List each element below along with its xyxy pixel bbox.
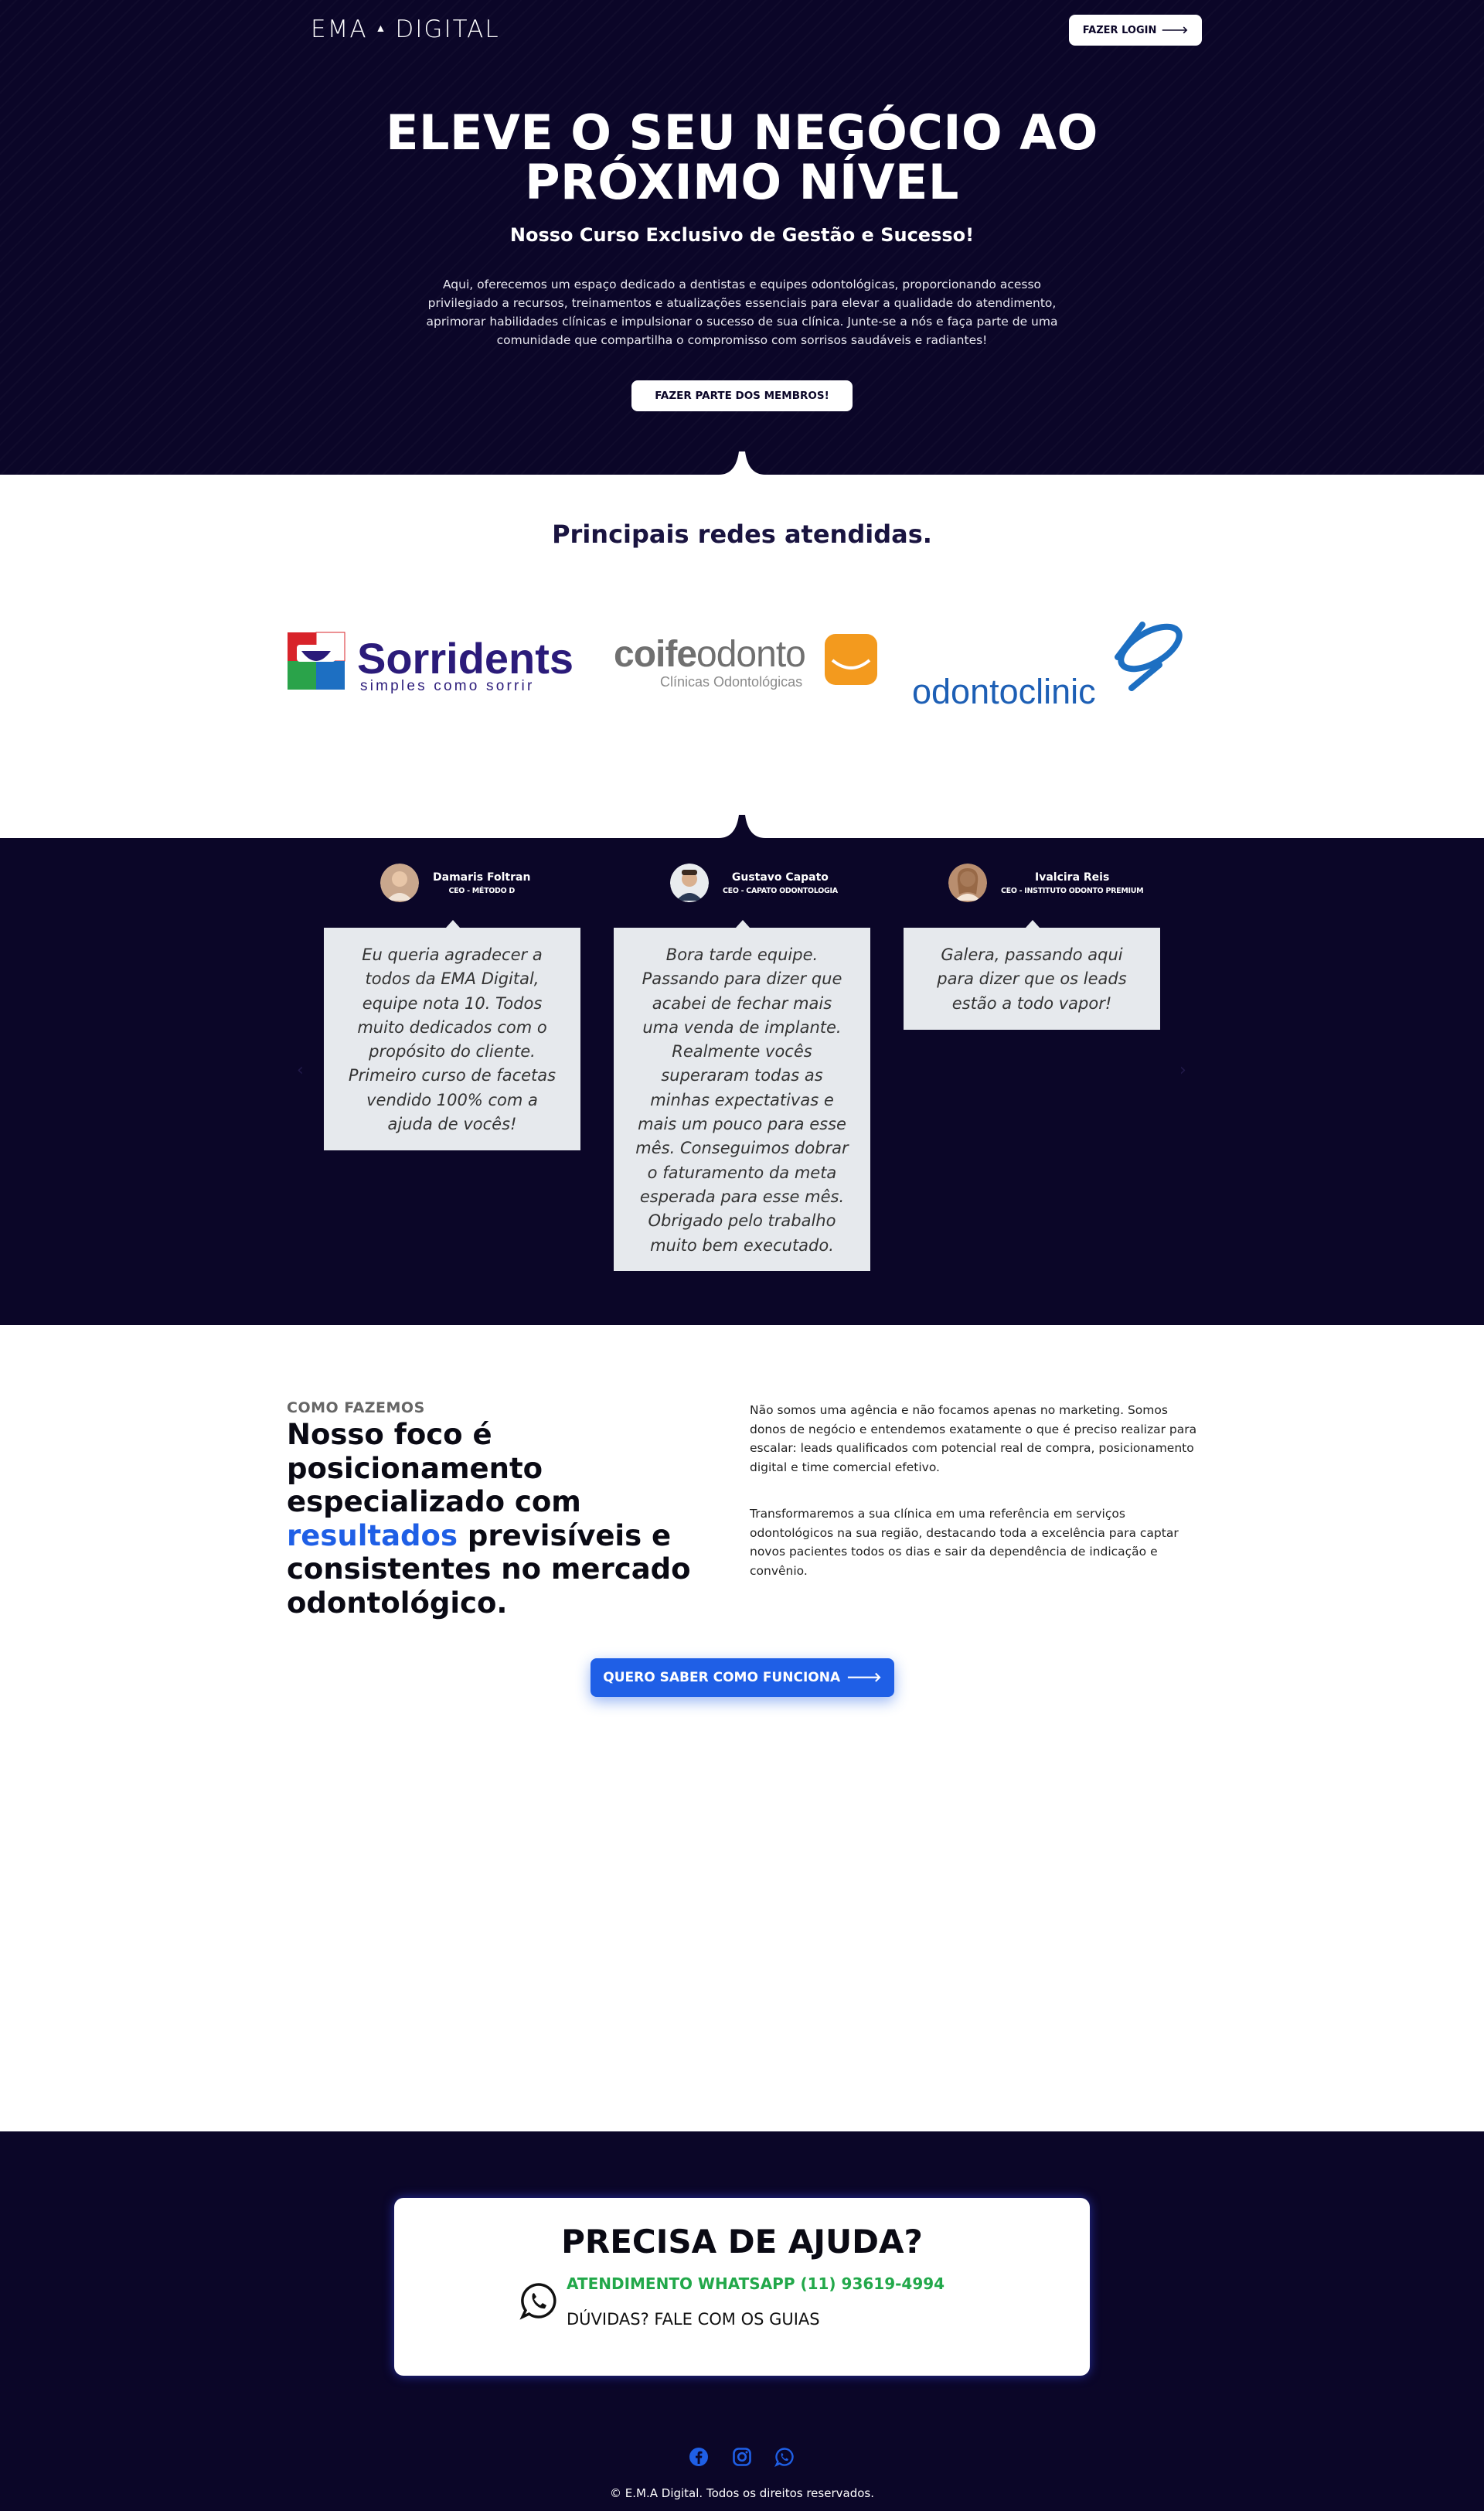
testimonial-role: CEO - INSTITUTO ODONTO PREMIUM <box>1001 886 1144 895</box>
arrow-right-icon: 🡒 <box>846 1670 882 1685</box>
hero-subtitle: Nosso Curso Exclusivo de Gestão e Sucess… <box>509 224 975 246</box>
guides-contact-link[interactable]: DÚVIDAS? FALE COM OS GUIAS <box>567 2310 820 2329</box>
hero-title: ELEVE O SEU NEGÓCIO AO PRÓXIMO NÍVEL <box>386 104 1098 210</box>
hero-section: EMA ▲ DIGITAL FAZER LOGIN 🡒 ELEVE O SEU NE… <box>0 0 1484 475</box>
how-headline-highlight: resultados <box>287 1518 458 1552</box>
testimonial-name: Damaris Foltran <box>433 871 531 884</box>
testimonial-author: Gustavo Capato CEO - CAPATO ODONTOLOGIA <box>670 864 838 902</box>
odontoclinic-name: odontoclinic <box>912 672 1096 711</box>
section-notch <box>719 815 765 838</box>
testimonial-name: Ivalcira Reis <box>1034 871 1110 884</box>
carousel-next-icon[interactable]: › <box>1179 1061 1186 1080</box>
section-eyebrow: COMO FAZEMOS <box>287 1399 425 1416</box>
facebook-icon[interactable] <box>689 2447 709 2467</box>
avatar <box>948 864 987 902</box>
logo-text-left: EMA <box>311 15 368 43</box>
testimonial-card: Bora tarde equipe. Passando para dizer q… <box>614 920 870 1271</box>
testimonial-role: CEO - MÉTODO D <box>448 886 515 895</box>
avatar <box>670 864 709 902</box>
help-title: PRECISA DE AJUDA? <box>561 2223 923 2261</box>
join-members-button[interactable]: FAZER PARTE DOS MEMBROS! <box>631 380 853 411</box>
sorridents-logo: Sorridents simples como sorrir <box>288 625 580 694</box>
sorridents-tagline: simples como sorrir <box>360 678 535 694</box>
testimonial-author: Ivalcira Reis CEO - INSTITUTO ODONTO PRE… <box>948 864 1144 902</box>
carousel-prev-icon[interactable]: ‹ <box>297 1061 304 1080</box>
brand-logo[interactable]: EMA ▲ DIGITAL <box>311 15 500 43</box>
coife-odonto-logo: coifeodonto Clínicas Odontológicas <box>611 626 881 696</box>
testimonial-card: Eu queria agradecer a todos da EMA Digit… <box>324 920 580 1150</box>
section-notch <box>719 451 765 475</box>
how-paragraph-2: Transformaremos a sua clínica em uma ref… <box>750 1507 1179 1578</box>
coife-name-b: odonto <box>696 634 805 675</box>
svg-text:coifeodonto: coifeodonto <box>614 634 805 675</box>
testimonial-card: Galera, passando aqui para dizer que os … <box>904 920 1160 1030</box>
testimonial-role: CEO - CAPATO ODONTOLOGIA <box>723 886 838 895</box>
instagram-icon[interactable] <box>732 2447 752 2467</box>
coife-name-a: coife <box>614 634 696 675</box>
sorridents-name: Sorridents <box>357 634 574 683</box>
whatsapp-icon[interactable] <box>774 2447 795 2467</box>
testimonial-name: Gustavo Capato <box>731 871 829 884</box>
logo-text-right: DIGITAL <box>395 15 500 43</box>
whatsapp-contact-link[interactable]: ATENDIMENTO WHATSAPP (11) 93619-4994 <box>567 2274 945 2293</box>
networks-title: Principais redes atendidas. <box>552 520 932 549</box>
how-headline-part-a: Nosso foco é posicionamento especializad… <box>287 1418 581 1518</box>
coife-tagline: Clínicas Odontológicas <box>660 674 802 690</box>
arrow-right-icon: 🡒 <box>1161 25 1189 36</box>
learn-how-label: QUERO SABER COMO FUNCIONA <box>603 1670 841 1685</box>
login-button[interactable]: FAZER LOGIN 🡒 <box>1069 15 1202 46</box>
whatsapp-icon[interactable] <box>519 2281 558 2320</box>
learn-how-button[interactable]: QUERO SABER COMO FUNCIONA 🡒 <box>591 1658 894 1697</box>
avatar <box>380 864 419 902</box>
how-paragraph-1: Não somos uma agência e não focamos apen… <box>750 1403 1197 1474</box>
copyright-text: © E.M.A Digital. Todos os direitos reser… <box>610 2486 874 2500</box>
testimonial-author: Damaris Foltran CEO - MÉTODO D <box>380 864 530 902</box>
odontoclinic-logo: odontoclinic <box>910 611 1189 711</box>
how-headline: Nosso foco é posicionamento especializad… <box>287 1418 735 1620</box>
hero-description: Aqui, oferecemos um espaço dedicado a de… <box>426 278 1058 347</box>
login-button-label: FAZER LOGIN <box>1082 24 1157 36</box>
